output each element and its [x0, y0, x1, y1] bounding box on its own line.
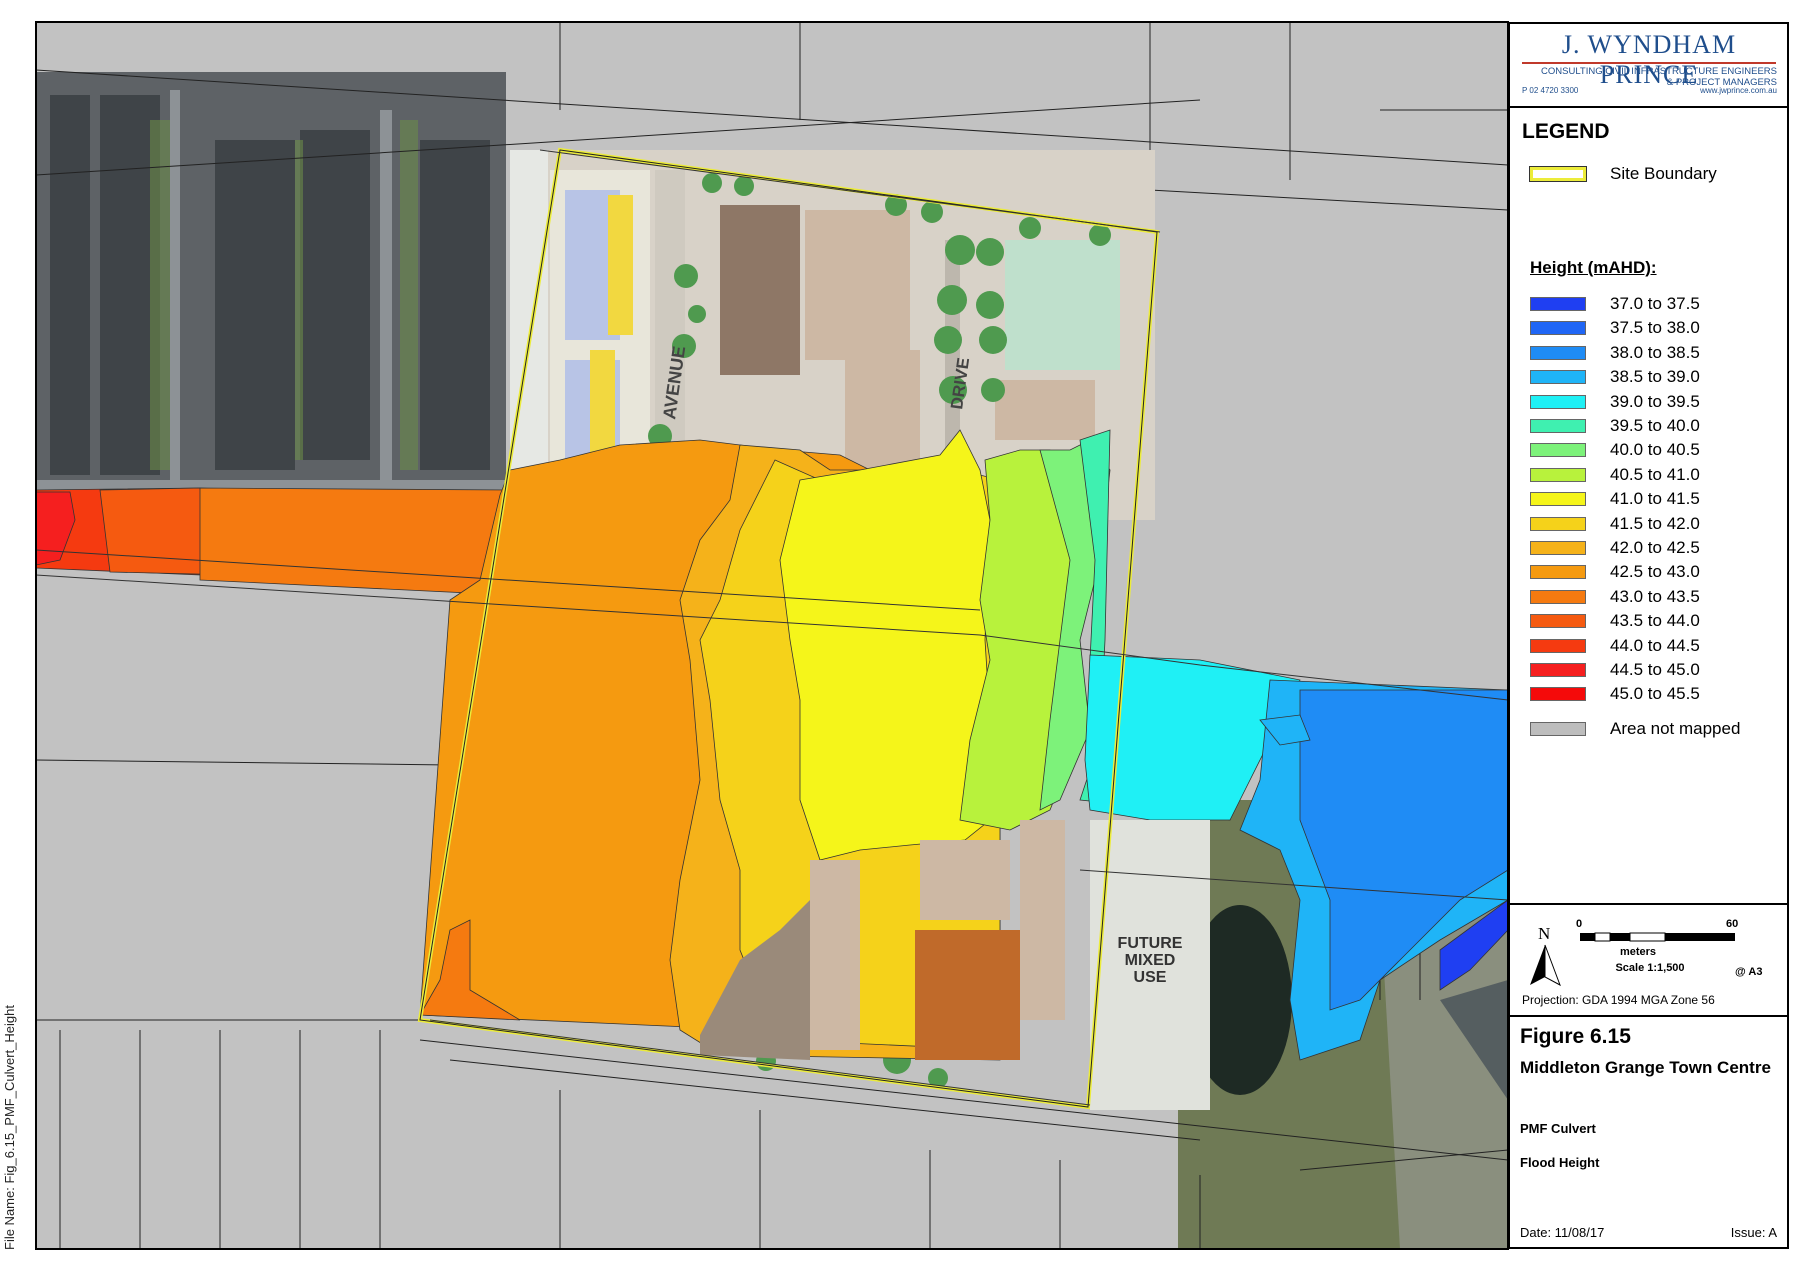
- scale-block: N 0 60 meters Scale 1:1,500 @ A3 Project…: [1510, 905, 1787, 1017]
- map-sheet: AVENUE DRIVE FUTURE MIXED USE File Name:…: [0, 0, 1808, 1278]
- scale-start: 0: [1576, 918, 1582, 930]
- legend-class-label: 41.5 to 42.0: [1610, 513, 1700, 533]
- legend-class-swatch: [1530, 638, 1586, 653]
- not-mapped-label: Area not mapped: [1610, 719, 1741, 738]
- legend-class-swatch: [1530, 370, 1586, 385]
- legend-class-label: 42.5 to 43.0: [1610, 562, 1700, 582]
- legend-class-swatch: [1530, 687, 1586, 702]
- scale-ratio: Scale 1:1,500: [1615, 962, 1684, 974]
- legend-class-swatch: [1530, 492, 1586, 507]
- scale-end: 60: [1726, 918, 1738, 930]
- legend-class-label: 37.0 to 37.5: [1610, 294, 1700, 313]
- legend-class-label: 43.0 to 43.5: [1610, 586, 1700, 606]
- legend-class-label: 38.5 to 39.0: [1610, 367, 1700, 387]
- site-boundary-label: Site Boundary: [1610, 164, 1717, 183]
- legend-class-swatch: [1530, 589, 1586, 604]
- scale-bar: [1580, 932, 1735, 942]
- company-tagline: CONSULTING CIVIL INFRASTRUCTURE ENGINEER…: [1541, 66, 1777, 88]
- not-mapped-swatch: [1530, 722, 1586, 736]
- figure-issue: Issue: A: [1730, 1225, 1777, 1240]
- legend-class-label: 39.5 to 40.0: [1610, 416, 1700, 435]
- figure-block: Figure 6.15 Middleton Grange Town Centre…: [1510, 1017, 1787, 1251]
- logo-rule: [1522, 62, 1776, 64]
- side-panel: J. WYNDHAM PRINCE CONSULTING CIVIL INFRA…: [1508, 22, 1789, 1249]
- legend-class-label: 38.0 to 38.5: [1610, 342, 1700, 362]
- legend-class-swatch: [1530, 394, 1586, 409]
- legend-class-label: 45.0 to 45.5: [1610, 684, 1700, 704]
- height-title: Height (mAHD):: [1530, 258, 1657, 277]
- legend-class-swatch: [1530, 541, 1586, 555]
- legend-class-label: 40.5 to 41.0: [1610, 464, 1700, 484]
- legend: LEGEND Site Boundary Height (mAHD): 37.0…: [1510, 108, 1787, 905]
- figure-subtitle-2: Flood Height: [1520, 1155, 1600, 1170]
- legend-class-label: 44.5 to 45.0: [1610, 660, 1700, 679]
- future-label-2: MIXED: [1125, 952, 1176, 969]
- legend-class-label: 41.0 to 41.5: [1610, 489, 1700, 509]
- north-label: N: [1538, 924, 1550, 943]
- legend-class-label: 39.0 to 39.5: [1610, 391, 1700, 411]
- north-arrow-icon: [1530, 944, 1561, 987]
- legend-class-label: 37.5 to 38.0: [1610, 318, 1700, 338]
- legend-class-swatch: [1530, 297, 1586, 311]
- scale-unit: meters: [1620, 946, 1656, 958]
- site-boundary-swatch: [1529, 166, 1587, 182]
- future-label-3: USE: [1134, 969, 1167, 986]
- figure-subtitle-1: PMF Culvert: [1520, 1121, 1596, 1136]
- legend-class-swatch: [1530, 443, 1586, 458]
- legend-class-swatch: [1530, 565, 1586, 580]
- legend-class-swatch: [1530, 345, 1586, 360]
- company-phone: P 02 4720 3300: [1522, 86, 1579, 95]
- legend-class-swatch: [1530, 614, 1586, 629]
- legend-class-label: 40.0 to 40.5: [1610, 440, 1700, 460]
- future-label-1: FUTURE: [1118, 935, 1183, 952]
- scale-paper: @ A3: [1735, 966, 1762, 978]
- legend-class-swatch: [1530, 419, 1586, 433]
- figure-date: Date: 11/08/17: [1520, 1225, 1605, 1240]
- scale-graphics: N 0 60 meters Scale 1:1,500 @ A3: [1530, 918, 1762, 987]
- legend-title: LEGEND: [1522, 120, 1610, 143]
- legend-class-swatch: [1530, 516, 1586, 531]
- tagline-line-1: CONSULTING CIVIL INFRASTRUCTURE ENGINEER…: [1541, 66, 1777, 77]
- legend-class-label: 44.0 to 44.5: [1610, 635, 1700, 655]
- figure-title: Middleton Grange Town Centre: [1520, 1058, 1771, 1077]
- logo-block: J. WYNDHAM PRINCE CONSULTING CIVIL INFRA…: [1510, 24, 1787, 108]
- company-website: www.jwprince.com.au: [1700, 86, 1777, 95]
- legend-class-swatch: [1530, 663, 1586, 677]
- aerial-residential: [36, 72, 506, 502]
- figure-number: Figure 6.15: [1520, 1025, 1631, 1048]
- legend-class-swatch: [1530, 467, 1586, 482]
- legend-class-swatch: [1530, 321, 1586, 336]
- legend-class-label: 42.0 to 42.5: [1610, 538, 1700, 557]
- file-name: File Name: Fig_6.15_PMF_Culvert_Height: [2, 1005, 17, 1250]
- legend-class-label: 43.5 to 44.0: [1610, 611, 1700, 631]
- projection: Projection: GDA 1994 MGA Zone 56: [1522, 993, 1715, 1007]
